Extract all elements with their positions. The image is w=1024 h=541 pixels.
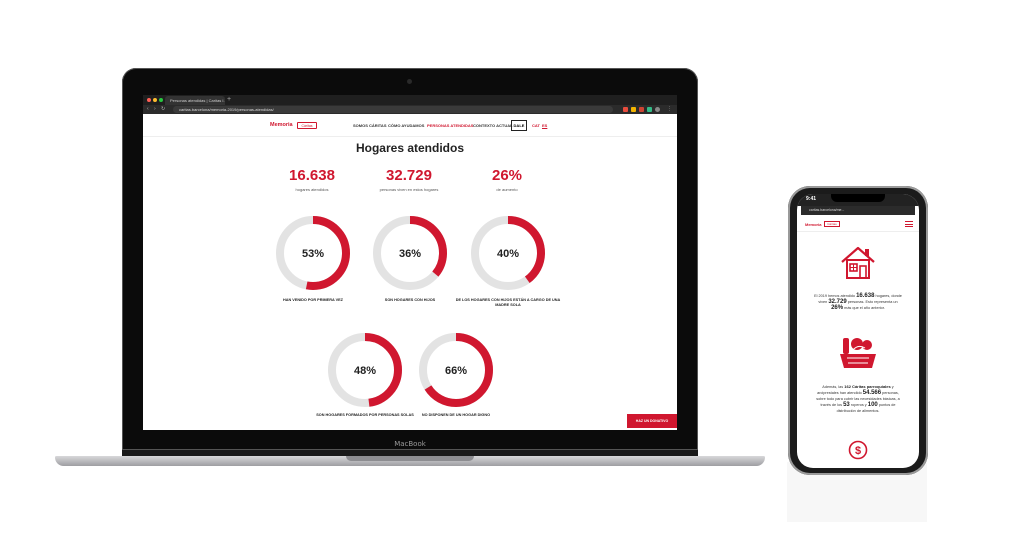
laptop-camera	[407, 79, 412, 84]
donut-chart-madre-sola: 40%	[471, 216, 545, 290]
nav-somos-caritas[interactable]: SOMOS CÁRITAS	[353, 123, 386, 128]
extension-icon[interactable]	[623, 107, 628, 112]
nav-personas-atendidas[interactable]: PERSONAS ATENDIDAS	[427, 123, 473, 128]
phone-address-bar[interactable]: caritas.barcelona/me...	[801, 206, 915, 215]
phone-notch	[831, 194, 885, 202]
donut-caption: DE LOS HOGARES CON HIJOS ESTÁN A CARGO D…	[455, 298, 561, 307]
donut-caption: SON HOGARES CON HIJOS	[384, 298, 436, 302]
stat-hogares-value: 16.638	[289, 167, 335, 184]
donut-chart-hogar-digno: 66%	[419, 333, 493, 407]
lang-es[interactable]: ES	[542, 123, 547, 128]
browser-menu-icon[interactable]: ⋮	[667, 105, 672, 114]
donut-label: 48%	[354, 365, 376, 377]
maximize-window-dot[interactable]	[159, 98, 163, 102]
phone-clock: 9:41	[806, 196, 817, 202]
page-title: Hogares atendidos	[355, 141, 465, 155]
lang-cat[interactable]: CAT	[532, 123, 540, 128]
donut-label: 66%	[445, 365, 467, 377]
dollar-icon: $	[848, 440, 868, 460]
stat-hogares-caption: hogares atendidos	[295, 187, 329, 192]
phone-screen: 9:41 caritas.barcelona/me... Memoria Càr…	[797, 194, 919, 468]
laptop-notch	[346, 456, 474, 461]
donut-label: 53%	[302, 248, 324, 260]
phone-logo[interactable]: Càritas	[824, 221, 840, 227]
new-tab-icon[interactable]: +	[227, 95, 231, 105]
hamburger-menu-icon[interactable]	[905, 221, 913, 229]
address-bar[interactable]: caritas.barcelona/memoria-2019/personas-…	[173, 106, 613, 113]
extension-icon[interactable]	[639, 107, 644, 112]
donut-label: 36%	[399, 248, 421, 260]
donut-chart-personas-solas: 48%	[328, 333, 402, 407]
browser-tab[interactable]: Personas atendidas | Caritas I...	[165, 96, 225, 105]
phone-logo-text[interactable]: Memoria	[805, 222, 821, 227]
donut-chart-con-hijos: 36%	[373, 216, 447, 290]
reload-icon[interactable]: ↻	[161, 105, 165, 114]
profile-icon[interactable]	[655, 107, 660, 112]
back-icon[interactable]: ‹	[147, 105, 149, 114]
dale-button[interactable]: DALE	[511, 120, 527, 131]
groceries-icon	[840, 338, 876, 368]
phone-paragraph-parroquiales: Además, las 162 Cáritas parroquiales y a…	[816, 384, 900, 413]
nav-contexto-actual[interactable]: CONTEXTO ACTUAL	[473, 123, 513, 128]
nav-como-ayudamos[interactable]: CÓMO AYUDAMOS	[388, 123, 424, 128]
donut-caption: NO DISPONEN DE UN HOGAR DIGNO	[421, 413, 491, 417]
donate-button[interactable]: HAZ UN DONATIVO	[627, 414, 677, 428]
close-window-dot[interactable]	[147, 98, 151, 102]
svg-text:$: $	[855, 445, 861, 457]
minimize-window-dot[interactable]	[153, 98, 157, 102]
site-logo[interactable]: Càritas	[297, 122, 317, 129]
stat-personas-caption: personas viven en estos hogares	[379, 187, 439, 192]
laptop-screen: Personas atendidas | Caritas I... + ‹ › …	[143, 95, 677, 430]
donut-chart-primera-vez: 53%	[276, 216, 350, 290]
house-icon	[841, 246, 875, 279]
site-logo-text[interactable]: Memoria	[270, 122, 293, 128]
phone-paragraph-hogares: El 2019 hemos atendido 16.638 hogares, d…	[814, 293, 902, 311]
extension-icon[interactable]	[647, 107, 652, 112]
forward-icon[interactable]: ›	[154, 105, 156, 114]
stat-aumento-value: 26%	[491, 167, 523, 184]
stat-personas-value: 32.729	[386, 167, 432, 184]
extension-icon[interactable]	[631, 107, 636, 112]
stat-aumento-caption: de aumento	[496, 187, 518, 192]
donut-label: 40%	[497, 248, 519, 260]
laptop-brand-label: MacBook	[394, 440, 426, 448]
donut-caption: HAN VENIDO POR PRIMERA VEZ	[283, 298, 343, 302]
